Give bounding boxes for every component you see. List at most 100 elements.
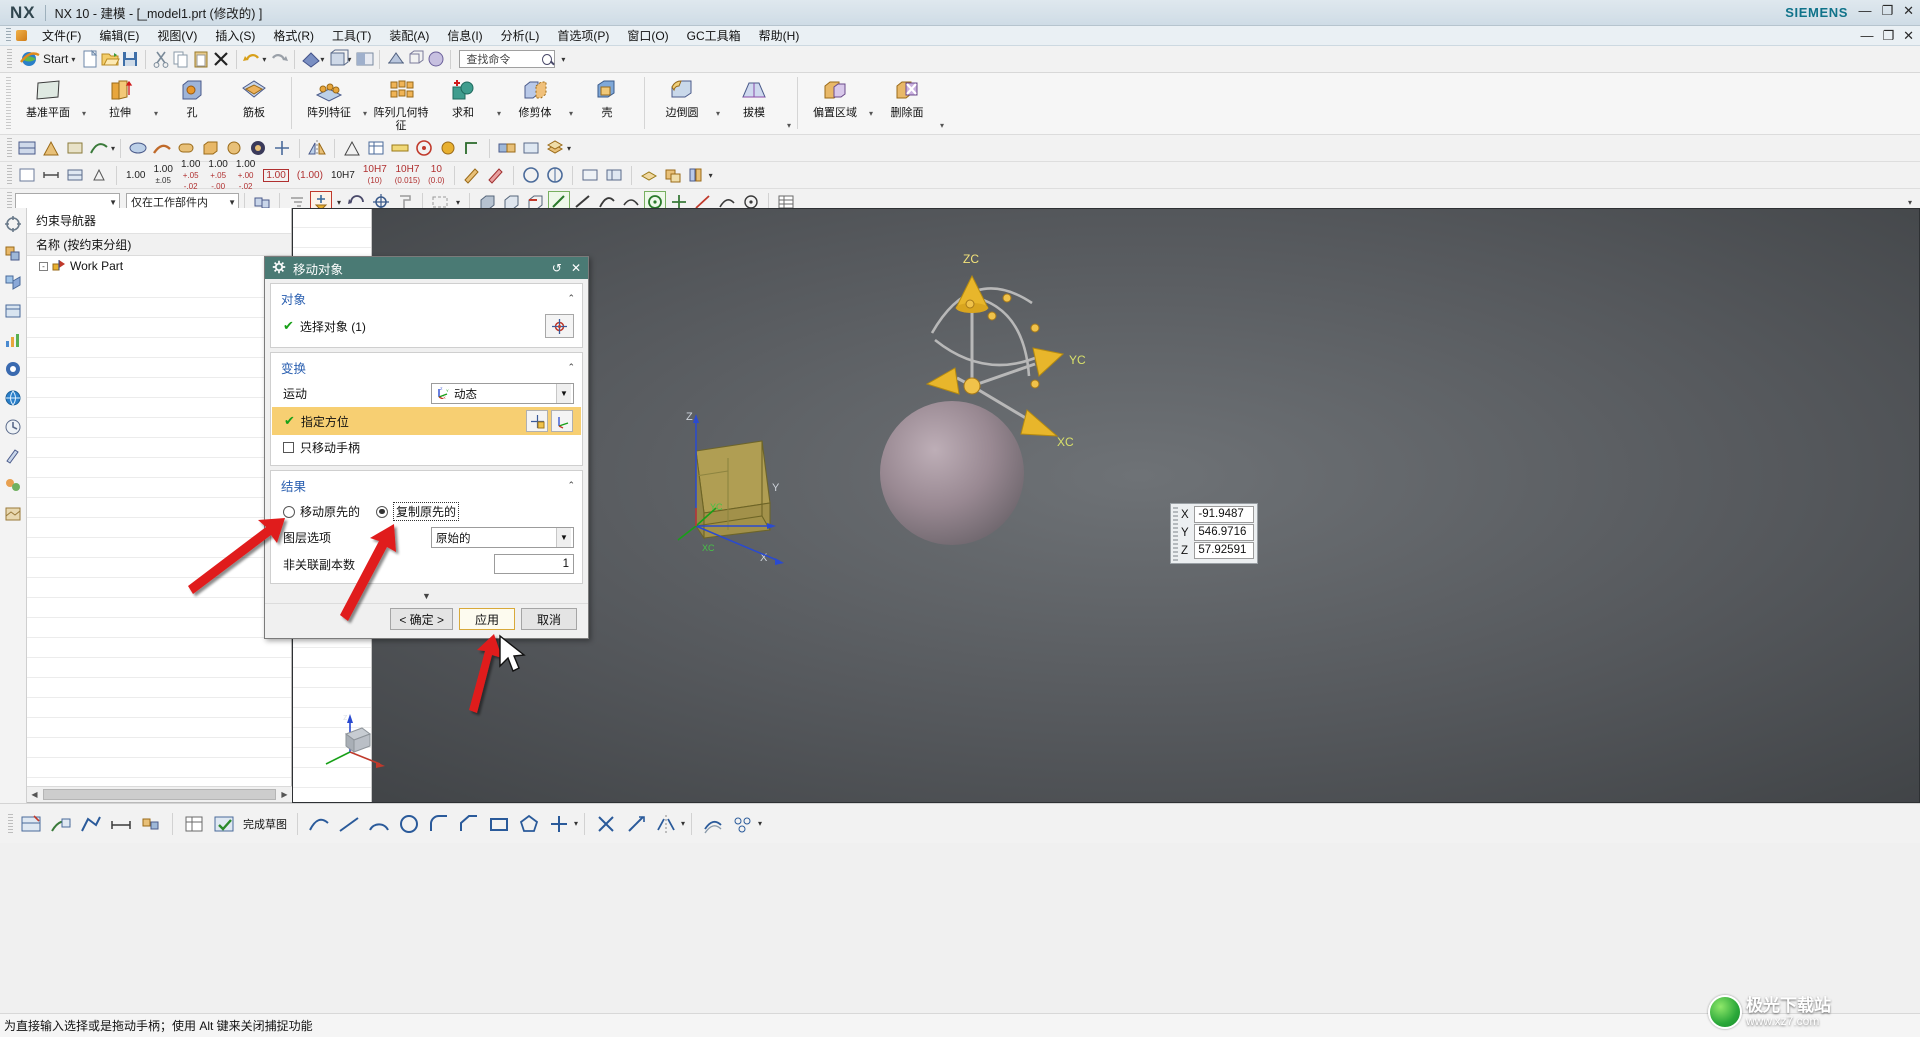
curve-dropdown-icon[interactable]: ▾ [111, 144, 115, 153]
show-hide-icon[interactable] [520, 137, 542, 159]
section-result-header[interactable]: 结果 ⌃ [271, 475, 582, 498]
dynamic-coordinate-popup[interactable]: X -91.9487 Y 546.9716 Z 57.92591 [1170, 503, 1258, 564]
curve-tools-dropdown-icon[interactable]: ▾ [574, 819, 578, 828]
tube-icon[interactable] [175, 137, 197, 159]
section-view-icon[interactable] [385, 49, 405, 69]
datum-csys-icon[interactable] [40, 137, 62, 159]
copies-input[interactable]: 1 [494, 554, 574, 574]
block-icon[interactable] [199, 137, 221, 159]
menu-item-tools[interactable]: 工具(T) [323, 26, 380, 46]
tolerance-fit-1[interactable]: 10H7 [327, 170, 359, 181]
web-browser-icon[interactable] [3, 388, 23, 408]
target-icon[interactable] [413, 137, 435, 159]
ribbon-button-pattern-geometry[interactable]: 阵列几何特征 [370, 73, 432, 133]
ribbon-button-shell[interactable]: 壳 [576, 73, 638, 120]
undo-icon[interactable] [242, 49, 262, 69]
apply-button[interactable]: 应用 [459, 608, 515, 630]
sketch-on-path-icon[interactable] [48, 811, 74, 837]
trim-curve-icon[interactable] [593, 811, 619, 837]
fillet-icon[interactable] [426, 811, 452, 837]
cancel-button[interactable]: 取消 [521, 608, 577, 630]
pmi-view-icon[interactable] [520, 164, 542, 186]
chevron-up-icon[interactable]: ⌃ [567, 480, 575, 491]
ribbon-button-edge-blend[interactable]: 边倒圆 [651, 73, 713, 120]
curve-icon[interactable] [88, 137, 110, 159]
toolbar3-grip[interactable] [7, 165, 12, 185]
scrollbar-thumb[interactable] [43, 789, 276, 800]
extend-curve-icon[interactable] [623, 811, 649, 837]
tolerance-pm2[interactable]: 1.00 +.05 -.00 [204, 159, 231, 192]
assembly-constraint-icon[interactable] [496, 137, 518, 159]
coordinate-row-z[interactable]: Z 57.92591 [1181, 542, 1254, 559]
revolve-icon[interactable] [127, 137, 149, 159]
sketch-icon[interactable] [18, 811, 44, 837]
ribbon-button-draft[interactable]: 拔模 [723, 73, 785, 120]
true-shading-icon[interactable] [425, 49, 445, 69]
ribbon-grip[interactable] [6, 77, 11, 131]
new-file-icon[interactable] [80, 49, 100, 69]
ribbon-button-unite[interactable]: 求和 [432, 73, 494, 120]
paste-icon[interactable] [191, 49, 211, 69]
annotation-edit-icon[interactable] [461, 164, 483, 186]
render-style-icon[interactable] [300, 49, 321, 69]
finish-sketch-label[interactable]: 完成草图 [243, 816, 287, 832]
constraint-navigator-icon[interactable] [3, 243, 23, 263]
section-objects-header[interactable]: 对象 ⌃ [271, 288, 582, 311]
dialog-restore-icon[interactable]: ↺ [546, 261, 568, 275]
delete-icon[interactable] [211, 49, 231, 69]
part-navigator-icon[interactable] [3, 272, 23, 292]
orient-view-icon[interactable] [327, 49, 349, 69]
only-move-handle-checkbox[interactable] [283, 441, 294, 453]
menu-item-view[interactable]: 视图(V) [148, 26, 206, 46]
reuse-icon[interactable] [662, 164, 684, 186]
cut-icon[interactable] [151, 49, 171, 69]
pmi-symbol-icon[interactable] [64, 164, 86, 186]
quickbar-overflow-icon[interactable]: ▾ [561, 55, 565, 64]
pmi-datum-icon[interactable] [88, 164, 110, 186]
maximize-button[interactable]: ❐ [1881, 4, 1893, 18]
circle-icon[interactable] [396, 811, 422, 837]
section-transform-header[interactable]: 变换 ⌃ [271, 357, 582, 380]
reuse-library-icon[interactable] [3, 301, 23, 321]
menu-grip[interactable] [6, 28, 11, 43]
mirror-feature-icon[interactable] [306, 137, 328, 159]
mdi-maximize-button[interactable]: ❐ [1882, 29, 1894, 43]
z-value-field[interactable]: 57.92591 [1194, 542, 1254, 559]
history-icon[interactable] [3, 417, 23, 437]
undo-dropdown-icon[interactable]: ▾ [262, 55, 266, 64]
drafting-view-icon[interactable] [579, 164, 601, 186]
quickbar-grip[interactable] [7, 49, 12, 69]
geometric-constraint-icon[interactable] [138, 811, 164, 837]
chevron-down-icon[interactable]: ▼ [556, 528, 571, 547]
sweep-icon[interactable] [151, 137, 173, 159]
bottombar-grip[interactable] [8, 813, 13, 834]
pmi-note-icon[interactable] [16, 164, 38, 186]
menu-item-format[interactable]: 格式(R) [264, 26, 323, 46]
pmi-section-icon[interactable] [544, 164, 566, 186]
system-scenes-icon[interactable] [3, 504, 23, 524]
dialog-expand-more-icon[interactable]: ▼ [270, 588, 583, 603]
datum-axis-icon[interactable] [64, 137, 86, 159]
mdi-minimize-button[interactable]: — [1860, 29, 1873, 43]
annotation-red-icon[interactable] [485, 164, 507, 186]
menu-item-preferences[interactable]: 首选项(P) [548, 26, 618, 46]
save-icon[interactable] [120, 49, 140, 69]
triangle-tool-icon[interactable] [341, 137, 363, 159]
ribbon-button-rib[interactable]: 筋板 [223, 73, 285, 120]
point-icon[interactable] [546, 811, 572, 837]
ribbon-button-delete-face[interactable]: 删除面 [876, 73, 938, 120]
coordinate-row-x[interactable]: X -91.9487 [1181, 506, 1254, 523]
rapid-dimension-icon[interactable] [108, 811, 134, 837]
arc-icon[interactable] [366, 811, 392, 837]
hd3d-icon[interactable] [3, 359, 23, 379]
ribbon-button-hole[interactable]: 孔 [161, 73, 223, 120]
tolerance-fit-3[interactable]: 10H7 (0.015) [391, 164, 424, 186]
measure-icon[interactable] [389, 137, 411, 159]
ribbon-button-extrude[interactable]: 拉伸 [89, 73, 151, 120]
mdi-close-button[interactable]: ✕ [1903, 29, 1914, 43]
command-finder[interactable] [459, 50, 556, 68]
x-value-field[interactable]: -91.9487 [1194, 506, 1254, 523]
toolbar2-grip[interactable] [7, 138, 12, 158]
navigator-tree-row[interactable]: - Work Part [27, 256, 291, 276]
wcs-icon[interactable] [461, 137, 483, 159]
